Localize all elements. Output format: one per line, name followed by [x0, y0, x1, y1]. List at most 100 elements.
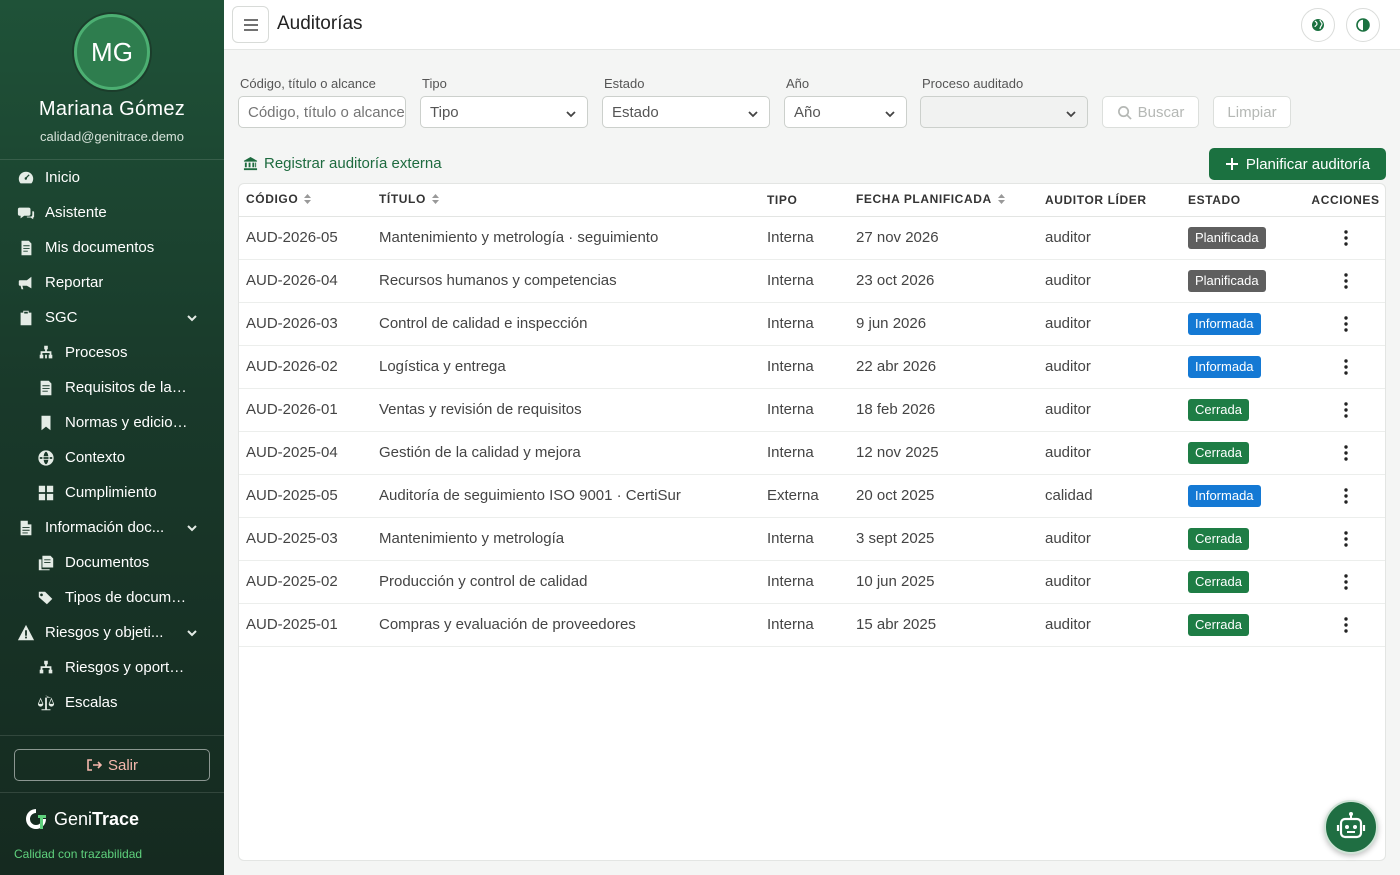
cell-auditor: auditor [1045, 560, 1188, 604]
kebab-menu-icon[interactable] [1343, 316, 1349, 332]
sort-icon [997, 193, 1005, 207]
cell-tipo: Interna [767, 603, 856, 647]
table-row[interactable]: AUD-2025-03 Mantenimiento y metrología Int… [239, 517, 1385, 561]
kebab-menu-icon[interactable] [1343, 359, 1349, 375]
table-row[interactable]: AUD-2026-04 Recursos humanos y competenci… [239, 259, 1385, 303]
sidebar-item-riesgos-objetivos[interactable]: Riesgos y objeti... [0, 615, 224, 650]
kebab-menu-icon[interactable] [1343, 574, 1349, 590]
sidebar-item-normas[interactable]: Normas y edicion... [0, 405, 224, 440]
kebab-menu-icon[interactable] [1343, 488, 1349, 504]
sidebar-item-requisitos[interactable]: Requisitos de la n... [0, 370, 224, 405]
col-header-label: TÍTULO [379, 192, 426, 207]
register-external-audit-link[interactable]: Registrar auditoría externa [243, 155, 442, 172]
status-badge: Planificada [1188, 226, 1266, 249]
status-badge: Informada [1188, 355, 1261, 378]
status-badge: Informada [1188, 484, 1261, 507]
cell-acciones [1306, 345, 1385, 389]
sidebar-item-mis-documentos[interactable]: Mis documentos [0, 230, 224, 265]
proceso-select[interactable] [920, 96, 1088, 128]
cell-tipo: Interna [767, 388, 856, 432]
kebab-menu-icon[interactable] [1343, 230, 1349, 246]
plan-audit-button[interactable]: Planificar auditoría [1209, 148, 1386, 180]
document-icon [16, 238, 36, 258]
table-row[interactable]: AUD-2026-01 Ventas y revisión de requisit… [239, 388, 1385, 432]
table-row[interactable]: AUD-2025-02 Producción y control de calid… [239, 560, 1385, 604]
sidebar-item-label: Asistente [45, 204, 107, 221]
sidebar-item-label: Escalas [65, 694, 118, 711]
sidebar-item-label: Mis documentos [45, 239, 155, 256]
kebab-menu-icon[interactable] [1343, 273, 1349, 289]
col-header-label: CÓDIGO [246, 192, 299, 207]
table-row[interactable]: AUD-2025-01 Compras y evaluación de prove… [239, 603, 1385, 647]
kebab-menu-icon[interactable] [1343, 531, 1349, 547]
tipo-select-value: Tipo [430, 103, 459, 121]
menu-toggle-button[interactable] [232, 6, 269, 43]
megaphone-icon [16, 273, 36, 293]
assistant-fab-button[interactable] [1324, 800, 1378, 854]
table-row[interactable]: AUD-2026-05 Mantenimiento y metrología · … [239, 216, 1385, 260]
logout-button[interactable]: Salir [14, 749, 210, 781]
cell-code: AUD-2025-04 [239, 431, 379, 475]
avatar[interactable]: MG [74, 14, 150, 90]
sidebar-item-inicio[interactable]: Inicio [0, 160, 224, 195]
kebab-menu-icon[interactable] [1343, 445, 1349, 461]
cell-estado: Planificada [1188, 216, 1306, 260]
file-icon [16, 518, 36, 538]
tipo-select[interactable]: Tipo [420, 96, 588, 128]
table-row[interactable]: AUD-2025-04 Gestión de la calidad y mejor… [239, 431, 1385, 475]
cell-fecha: 18 feb 2026 [856, 388, 1045, 432]
sidebar-item-contexto[interactable]: Contexto [0, 440, 224, 475]
cell-fecha: 3 sept 2025 [856, 517, 1045, 561]
cell-auditor: calidad [1045, 474, 1188, 518]
sidebar-item-riesgos-oportunidades[interactable]: Riesgos y oportu... [0, 650, 224, 685]
kebab-menu-icon[interactable] [1343, 402, 1349, 418]
clear-button[interactable]: Limpiar [1213, 96, 1291, 128]
status-badge: Cerrada [1188, 441, 1249, 464]
col-header-tipo: TIPO [767, 184, 856, 217]
theme-toggle-button[interactable] [1346, 8, 1380, 42]
cell-auditor: auditor [1045, 216, 1188, 260]
kebab-menu-icon[interactable] [1343, 617, 1349, 633]
chevron-down-icon[interactable] [186, 626, 198, 638]
col-header-title[interactable]: TÍTULO [379, 184, 767, 217]
cell-acciones [1306, 474, 1385, 518]
search-input[interactable] [238, 96, 406, 128]
table-row[interactable]: AUD-2026-03 Control de calidad e inspecci… [239, 302, 1385, 346]
table-row[interactable]: AUD-2025-05 Auditoría de seguimiento ISO … [239, 474, 1385, 518]
sidebar-item-documentos[interactable]: Documentos [0, 545, 224, 580]
chevron-down-icon[interactable] [186, 311, 198, 323]
col-header-code[interactable]: CÓDIGO [239, 184, 379, 217]
col-header-fecha[interactable]: FECHA PLANIFICADA [856, 184, 1045, 217]
sidebar-item-asistente[interactable]: Asistente [0, 195, 224, 230]
sidebar-item-reportar[interactable]: Reportar [0, 265, 224, 300]
cell-fecha: 23 oct 2026 [856, 259, 1045, 303]
sidebar-item-cumplimiento[interactable]: Cumplimiento [0, 475, 224, 510]
chevron-down-icon [565, 107, 577, 119]
estado-select-value: Estado [612, 103, 659, 121]
sidebar-item-escalas[interactable]: Escalas [0, 685, 224, 720]
tipo-label: Tipo [422, 76, 447, 91]
sidebar-item-procesos[interactable]: Procesos [0, 335, 224, 370]
table-row[interactable]: AUD-2026-02 Logística y entrega Interna 22 … [239, 345, 1385, 389]
search-icon [1117, 105, 1132, 120]
cell-fecha: 12 nov 2025 [856, 431, 1045, 475]
sidebar-item-tipos-documento[interactable]: Tipos de docume... [0, 580, 224, 615]
cell-acciones [1306, 388, 1385, 432]
search-button[interactable]: Buscar [1102, 96, 1199, 128]
language-button[interactable] [1301, 8, 1335, 42]
chevron-down-icon[interactable] [186, 521, 198, 533]
cell-auditor: auditor [1045, 388, 1188, 432]
sidebar-item-informacion-documentada[interactable]: Información doc... [0, 510, 224, 545]
plan-audit-label: Planificar auditoría [1245, 155, 1371, 173]
cell-auditor: auditor [1045, 517, 1188, 561]
sidebar-item-sgc[interactable]: SGC [0, 300, 224, 335]
cell-tipo: Externa [767, 474, 856, 518]
sitemap-icon [36, 343, 56, 363]
estado-select[interactable]: Estado [602, 96, 770, 128]
status-badge: Cerrada [1188, 527, 1249, 550]
chevron-down-icon [1065, 107, 1077, 119]
sidebar-item-label: Cumplimiento [65, 484, 157, 501]
anio-select[interactable]: Año [784, 96, 907, 128]
cell-acciones [1306, 603, 1385, 647]
cell-estado: Cerrada [1188, 517, 1306, 561]
